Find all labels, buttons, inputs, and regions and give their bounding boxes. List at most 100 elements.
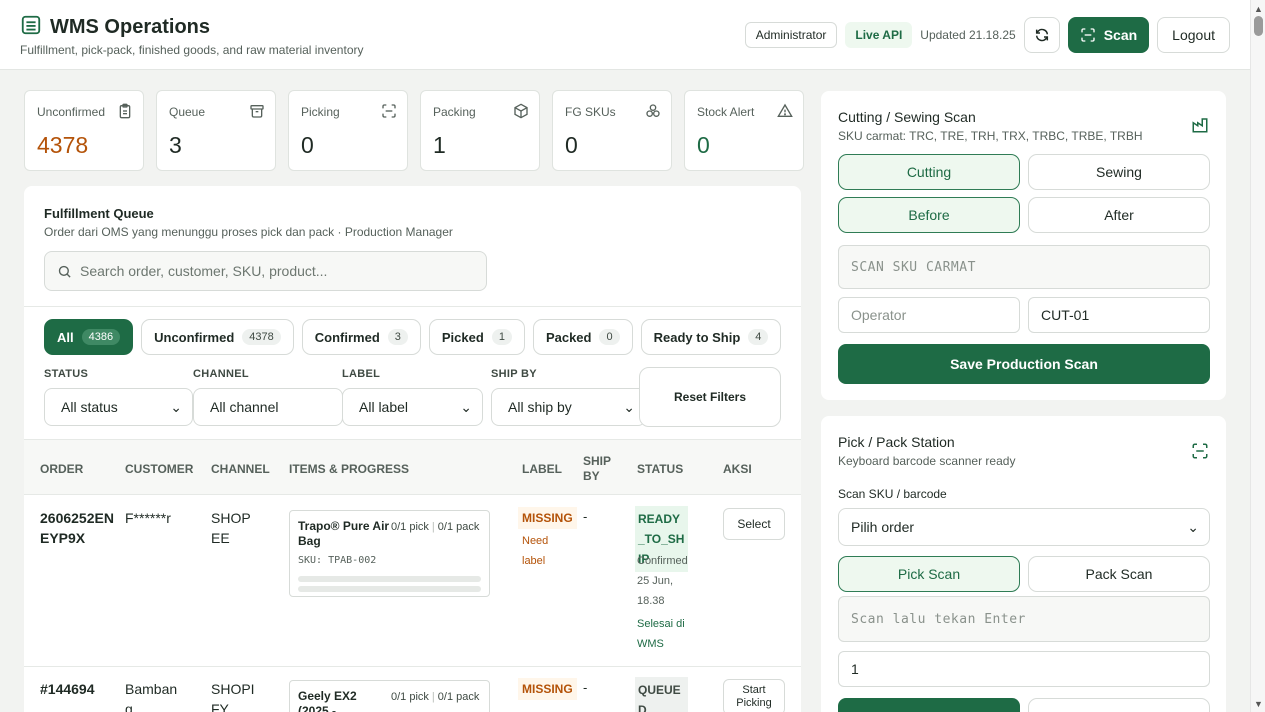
- ship-by-value: -: [583, 509, 588, 524]
- pick-scan-button[interactable]: Pick Scan: [838, 556, 1020, 592]
- order-select-value: Pilih order: [851, 519, 915, 535]
- scrollbar-thumb[interactable]: [1254, 16, 1263, 36]
- order-status-badge: QUEUED: [635, 677, 688, 712]
- stat-card-picking: Picking 0: [288, 90, 408, 171]
- chevron-down-icon: ⌄: [170, 398, 182, 415]
- chevron-down-icon: ⌄: [1187, 518, 1199, 535]
- stat-value: 3: [169, 132, 182, 158]
- pickpack-subtitle: Keyboard barcode scanner ready: [838, 454, 1016, 468]
- item-name: Trapo® Pure Air Bag: [298, 519, 390, 548]
- customer-name: F******r: [125, 510, 171, 526]
- scan-icon: [382, 104, 396, 118]
- table-row[interactable]: #144694 Bambang SHOPIFY Geely EX2 (2025 …: [24, 667, 801, 712]
- sku-carmat-input[interactable]: SCAN SKU CARMAT: [838, 245, 1210, 289]
- chip-packed[interactable]: Packed 0: [532, 319, 633, 355]
- scroll-down-arrow-icon[interactable]: ▼: [1254, 699, 1263, 709]
- channel-filter-value: All channel: [210, 399, 279, 415]
- page-scrollbar[interactable]: ▲ ▼: [1250, 0, 1265, 712]
- stat-value: 4378: [37, 132, 89, 158]
- pick-count: 0/1 pick: [391, 691, 429, 703]
- status-filter-select[interactable]: All status ⌄: [44, 388, 193, 426]
- chip-label: Packed: [545, 329, 592, 345]
- label-note: Need label: [522, 535, 549, 567]
- chip-picked[interactable]: Picked 1: [428, 319, 525, 355]
- channel-filter-input[interactable]: All channel: [193, 388, 343, 426]
- refresh-button[interactable]: [1023, 17, 1060, 53]
- chip-all[interactable]: All 4386: [44, 319, 134, 355]
- scroll-up-arrow-icon[interactable]: ▲: [1254, 4, 1263, 14]
- pack-scan-button[interactable]: Pack Scan: [1028, 556, 1210, 592]
- pack-count: 0/1 pack: [437, 521, 480, 533]
- chip-ready-to-ship[interactable]: Ready to Ship 4: [640, 319, 782, 355]
- search-placeholder: Search order, customer, SKU, product...: [80, 263, 328, 279]
- col-order: ORDER: [40, 462, 84, 476]
- chip-count: 0: [599, 329, 620, 345]
- label-filter-label: LABEL: [342, 368, 381, 380]
- chevron-down-icon: ⌄: [623, 398, 635, 415]
- chip-label: All: [57, 329, 74, 345]
- pick-progress-bar: [298, 576, 481, 582]
- table-row[interactable]: 2606252ENEYP9X F******r SHOPEE Trapo® Pu…: [24, 495, 801, 667]
- pick-count: 0/1 pick: [391, 521, 429, 533]
- status-filter-value: All status: [61, 399, 118, 415]
- order-id: #144694: [40, 681, 95, 697]
- api-status-badge: Live API: [845, 22, 913, 48]
- reset-filters-button[interactable]: Reset Filters: [639, 367, 781, 427]
- scan-button[interactable]: Scan: [1067, 17, 1150, 53]
- search-input[interactable]: Search order, customer, SKU, product...: [44, 251, 487, 291]
- archive-icon: [250, 105, 264, 118]
- chip-count: 4378: [242, 329, 281, 345]
- wms-app: WMS Operations Fulfillment, pick-pack, f…: [0, 0, 1265, 712]
- order-select[interactable]: Pilih order ⌄: [838, 508, 1210, 546]
- clipboard-icon: [119, 103, 131, 119]
- brand: WMS Operations: [20, 14, 210, 41]
- operator-input[interactable]: Operator: [838, 297, 1020, 333]
- mode-cutting-button[interactable]: Cutting: [838, 154, 1020, 190]
- label-status-badge: MISSING: [518, 678, 577, 700]
- scan-sku-label: Scan SKU / barcode: [838, 487, 947, 501]
- quantity-input[interactable]: 1: [838, 651, 1210, 687]
- item-progress: 0/1 pick | 0/1 pack: [391, 521, 480, 533]
- label-filter-value: All label: [359, 399, 409, 415]
- stat-cards: Unconfirmed 4378 Queue 3 Picking 0 Packi…: [24, 90, 804, 171]
- chip-count: 4386: [81, 329, 121, 345]
- stage-before-button[interactable]: Before: [838, 197, 1020, 233]
- divider: [24, 306, 801, 307]
- channel-name: SHOPIFY: [211, 681, 255, 712]
- stat-label: Packing: [433, 105, 476, 119]
- stat-label: FG SKUs: [565, 105, 616, 119]
- boxes-icon: [646, 104, 660, 117]
- logout-button[interactable]: Logout: [1157, 17, 1230, 53]
- secondary-action-button[interactable]: [1028, 698, 1210, 712]
- app-subtitle: Fulfillment, pick-pack, finished goods, …: [20, 43, 364, 57]
- channel-filter-label: CHANNEL: [193, 368, 249, 380]
- submit-scan-button[interactable]: [838, 698, 1020, 712]
- top-header: WMS Operations Fulfillment, pick-pack, f…: [0, 0, 1250, 70]
- shipby-filter-select[interactable]: All ship by ⌄: [491, 388, 646, 426]
- col-ship-by: SHIP BY: [583, 454, 611, 483]
- stage-after-button[interactable]: After: [1028, 197, 1210, 233]
- queue-subtitle: Order dari OMS yang menunggu proses pick…: [44, 225, 453, 239]
- cutting-sewing-panel: Cutting / Sewing Scan SKU carmat: TRC, T…: [821, 91, 1226, 400]
- queue-title: Fulfillment Queue: [44, 206, 154, 221]
- stat-card-unconfirmed: Unconfirmed 4378: [24, 90, 144, 171]
- scan-button-label: Scan: [1103, 27, 1138, 43]
- item-progress: 0/1 pick | 0/1 pack: [391, 691, 480, 703]
- chip-unconfirmed[interactable]: Unconfirmed 4378: [141, 319, 294, 355]
- pack-progress-bar: [298, 586, 481, 592]
- status-note: Selesai di WMS: [637, 618, 685, 650]
- col-label: LABEL: [522, 462, 562, 476]
- select-button[interactable]: Select: [723, 508, 785, 540]
- barcode-scan-input[interactable]: Scan lalu tekan Enter: [838, 596, 1210, 642]
- start-picking-button[interactable]: Start Picking: [723, 679, 785, 712]
- scan-icon: [1081, 28, 1095, 42]
- save-production-scan-button[interactable]: Save Production Scan: [838, 344, 1210, 384]
- chip-confirmed[interactable]: Confirmed 3: [301, 319, 421, 355]
- stat-value: 1: [433, 132, 446, 158]
- col-aksi: AKSI: [723, 462, 752, 476]
- mode-sewing-button[interactable]: Sewing: [1028, 154, 1210, 190]
- header-actions: Administrator Live API Updated 21.18.25 …: [744, 17, 1230, 53]
- stat-card-queue: Queue 3: [156, 90, 276, 171]
- station-input[interactable]: CUT-01: [1028, 297, 1210, 333]
- label-filter-select[interactable]: All label ⌄: [342, 388, 483, 426]
